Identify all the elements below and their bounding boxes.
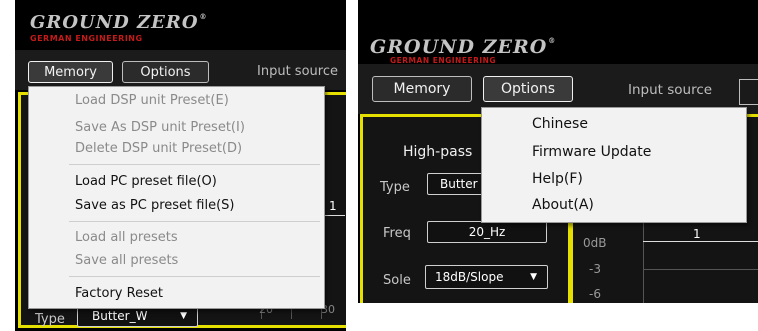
menu-separator — [69, 221, 320, 222]
menu-item-save-dsp-preset[interactable]: Save As DSP unit Preset(I) — [75, 120, 245, 135]
graph-marker: 1 — [693, 227, 701, 241]
logo-text: GROUND ZERO — [370, 36, 548, 58]
memory-dropdown-menu: Load DSP unit Preset(E) Save As DSP unit… — [28, 86, 325, 309]
highpass-label: High-pass — [403, 144, 473, 160]
freq-value: 20_Hz — [468, 225, 506, 239]
menu-item-firmware-update[interactable]: Firmware Update — [532, 144, 651, 160]
input-source-select[interactable] — [739, 79, 758, 105]
options-dropdown-menu: Chinese Firmware Update Help(F) About(A) — [481, 107, 747, 223]
graph-response-line — [643, 241, 758, 242]
logo-tagline: GERMAN ENGINEERING — [30, 34, 143, 43]
options-menu-button[interactable]: Options — [483, 76, 573, 102]
ground-zero-logo: GROUND ZERO® — [30, 12, 208, 33]
menu-item-delete-dsp-preset[interactable]: Delete DSP unit Preset(D) — [75, 141, 242, 156]
slope-select-value: 18dB/Slope — [435, 270, 504, 284]
menu-item-load-pc-preset[interactable]: Load PC preset file(O) — [75, 174, 217, 189]
menu-item-save-pc-preset[interactable]: Save as PC preset file(S) — [75, 198, 234, 213]
memory-menu-button[interactable]: Memory — [28, 61, 113, 83]
graph-tick-minus6: -6 — [589, 287, 601, 301]
menu-separator — [69, 276, 320, 277]
dropdown-arrow-icon: ▼ — [180, 311, 187, 321]
type-label: Type — [380, 180, 410, 195]
menu-item-help[interactable]: Help(F) — [532, 171, 583, 187]
dropdown-arrow-icon: ▼ — [530, 272, 537, 282]
menu-item-chinese[interactable]: Chinese — [532, 116, 588, 132]
graph-marker: 1 — [329, 199, 337, 213]
graph-tick-0db: 0dB — [583, 236, 607, 250]
graph-tick-minus3: -3 — [589, 262, 601, 276]
logo-text: GROUND ZERO — [30, 12, 199, 33]
type-select-value: Butter — [440, 177, 478, 191]
registered-mark: ® — [199, 12, 208, 21]
options-menu-button[interactable]: Options — [122, 61, 209, 83]
menu-item-save-all-presets[interactable]: Save all presets — [75, 253, 178, 268]
menu-item-factory-reset[interactable]: Factory Reset — [75, 286, 163, 301]
memory-menu-button[interactable]: Memory — [372, 76, 472, 102]
type-select-value: Butter_W — [92, 309, 148, 323]
slope-label: Sole — [383, 273, 411, 288]
freq-label: Freq — [383, 226, 411, 241]
menu-item-load-all-presets[interactable]: Load all presets — [75, 230, 178, 245]
menu-item-about[interactable]: About(A) — [532, 197, 594, 213]
ground-zero-logo: GROUND ZERO® — [370, 36, 556, 58]
graph-gridline — [643, 269, 758, 270]
input-source-label: Input source — [628, 82, 713, 98]
input-source-label: Input source — [257, 64, 338, 79]
type-label: Type — [35, 312, 65, 327]
menu-separator — [69, 164, 320, 165]
registered-mark: ® — [548, 36, 557, 45]
slope-select[interactable]: 18dB/Slope ▼ — [425, 265, 548, 289]
menu-item-load-dsp-preset[interactable]: Load DSP unit Preset(E) — [75, 93, 229, 108]
freq-input[interactable]: 20_Hz — [427, 221, 547, 243]
